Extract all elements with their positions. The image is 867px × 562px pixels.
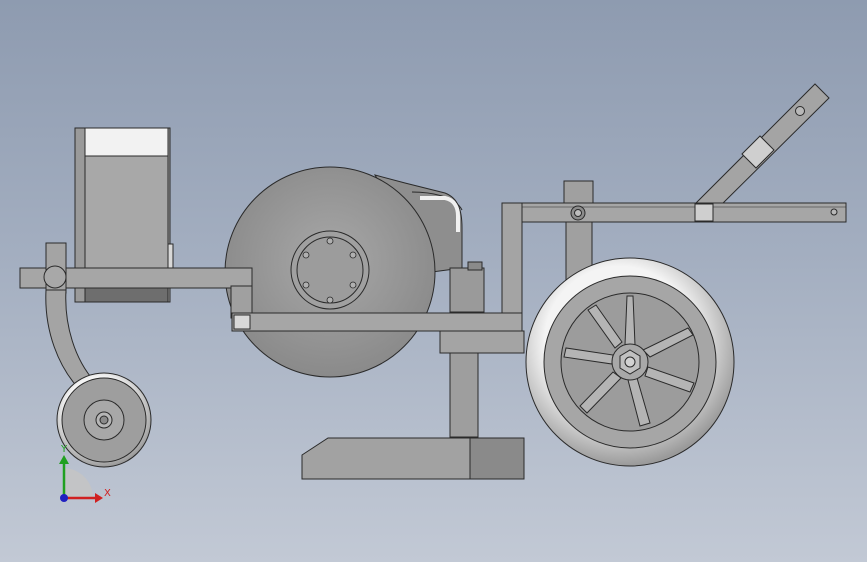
assembly-model[interactable]: Y X — [0, 0, 867, 562]
upper-beam — [520, 202, 847, 223]
triad-plane — [63, 468, 93, 498]
x-axis-label: X — [104, 488, 111, 499]
drum-bracket — [449, 261, 485, 313]
drum-disc — [224, 166, 463, 378]
y-axis-label: Y — [60, 444, 68, 455]
z-axis-dot — [60, 494, 68, 502]
gauge-wheel — [56, 372, 152, 468]
graphics-viewport[interactable]: Y X — [0, 0, 867, 562]
handle-arm — [695, 83, 830, 213]
drive-wheel — [525, 257, 735, 467]
